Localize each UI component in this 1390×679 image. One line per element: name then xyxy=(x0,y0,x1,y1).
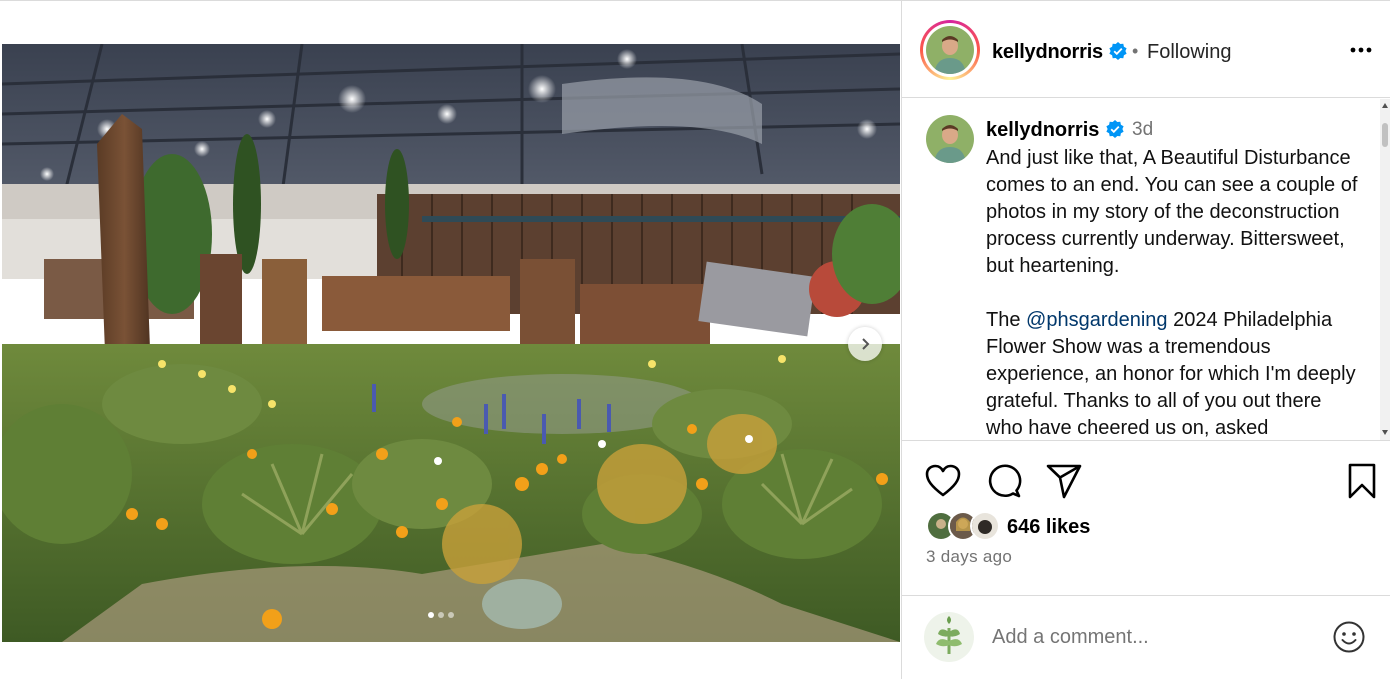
following-button[interactable]: Following xyxy=(1147,41,1231,64)
caption-text: And just like that, A Beautiful Disturba… xyxy=(986,145,1358,440)
username-text[interactable]: kellydnorris xyxy=(992,41,1103,63)
comment-composer xyxy=(902,595,1390,679)
next-arrow-icon xyxy=(862,338,870,350)
comment-input[interactable] xyxy=(992,626,1312,649)
avatar xyxy=(926,26,974,74)
caption-paragraph-2: The @phsgardening 2024 Philadelphia Flow… xyxy=(986,307,1358,440)
emoji-icon[interactable] xyxy=(1332,620,1366,654)
share-icon[interactable] xyxy=(1044,461,1084,501)
post-side-panel: kellydnorris • Following kellydnorris 3d… xyxy=(902,1,1390,679)
carousel-dot-2 xyxy=(438,612,444,618)
instagram-post-dialog: kellydnorris • Following kellydnorris 3d… xyxy=(0,0,1390,679)
likes-count[interactable]: 646 likes xyxy=(1007,516,1090,539)
header-separator: • xyxy=(1132,41,1139,61)
username-text[interactable]: kellydnorris xyxy=(986,119,1099,141)
scroll-down-arrow-icon[interactable] xyxy=(1382,430,1388,435)
heart-icon[interactable] xyxy=(923,461,963,501)
caption-avatar[interactable] xyxy=(926,115,974,163)
caption-scrollbar[interactable] xyxy=(1380,99,1390,440)
caption-scroll-area[interactable]: kellydnorris 3d And just like that, A Be… xyxy=(902,99,1390,441)
carousel-indicator xyxy=(428,612,454,618)
story-ring-avatar[interactable] xyxy=(920,20,980,80)
scroll-up-arrow-icon[interactable] xyxy=(1382,103,1388,108)
caption-timestamp[interactable]: 3d xyxy=(1132,119,1153,141)
avatar xyxy=(926,115,974,163)
mention-link[interactable]: @phsgardening xyxy=(1026,309,1168,331)
post-header: kellydnorris • Following xyxy=(902,1,1390,98)
verified-badge-icon xyxy=(1109,42,1127,60)
current-user-avatar xyxy=(924,612,974,662)
carousel-next-button[interactable] xyxy=(848,327,882,361)
post-actions xyxy=(902,461,1390,505)
caption-text-before: The xyxy=(986,309,1027,331)
bookmark-icon[interactable] xyxy=(1342,461,1382,501)
verified-badge-icon xyxy=(1106,120,1124,138)
liker-avatar-3 xyxy=(970,511,1000,541)
carousel-dot-1 xyxy=(428,612,434,618)
post-media-panel xyxy=(0,1,902,679)
comment-icon[interactable] xyxy=(984,461,1024,501)
header-username[interactable]: kellydnorris xyxy=(992,41,1128,64)
post-photo[interactable] xyxy=(2,44,900,642)
post-date[interactable]: 3 days ago xyxy=(926,547,1012,567)
more-options-icon[interactable] xyxy=(1348,37,1374,63)
scroll-thumb[interactable] xyxy=(1382,123,1388,147)
caption-paragraph-1: And just like that, A Beautiful Disturba… xyxy=(986,147,1358,277)
carousel-dot-3 xyxy=(448,612,454,618)
caption-username[interactable]: kellydnorris xyxy=(986,119,1125,142)
